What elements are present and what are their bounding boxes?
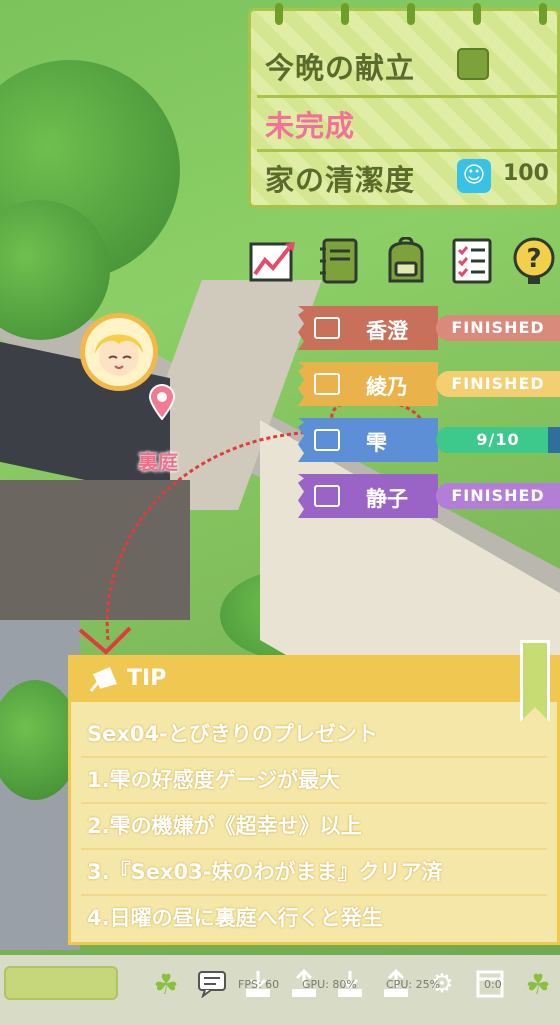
tip-line: 3.『Sex03-妹のわがまま』クリア済 [87,860,443,884]
cleanliness-label: 家の清潔度 [265,163,416,197]
divider [81,894,547,896]
character-row[interactable]: 香澄 FINISHED [298,306,560,350]
film-icon [314,485,340,507]
binder-ring [473,3,481,25]
location-label[interactable]: 裏庭 [138,446,178,475]
divider [257,149,557,152]
character-name: 雫 [366,431,387,455]
character-status: 9/10 [476,430,520,449]
clover-icon: ☘ [525,967,551,1001]
film-icon [314,429,340,451]
cleanliness-value: 100 [503,161,549,186]
pin-icon [87,667,118,697]
extra-readout: 0:0 [484,978,502,991]
backpack-icon[interactable] [380,235,432,287]
divider [257,95,557,98]
cpu-readout: CPU: 25% [386,978,441,991]
clover-icon: ☘ [153,967,179,1001]
menu-checkbox[interactable] [457,48,489,80]
tip-panel: TIP Sex04-とびきりのプレゼント 1.雫の好感度ゲージが最大 2.雫の機… [68,655,560,945]
location-pin-icon[interactable] [148,384,176,421]
question-icon[interactable]: ? [508,235,560,287]
svg-text:?: ? [526,244,541,274]
log-icon[interactable] [194,966,230,1002]
dialog-input-field[interactable] [4,966,118,1000]
binder-ring [275,3,283,25]
divider [81,848,547,850]
character-row[interactable]: 綾乃 FINISHED [298,362,560,406]
character-row[interactable]: 雫 9/10 [298,418,560,462]
chart-icon[interactable] [248,235,300,287]
film-icon [314,373,340,395]
fps-readout: FPS: 60 [238,978,280,991]
divider [81,756,547,758]
tip-line: 2.雫の機嫌が《超幸せ》以上 [87,814,362,838]
tip-line: Sex04-とびきりのプレゼント [87,722,378,746]
binder-ring [539,3,547,25]
character-avatar[interactable] [80,313,158,391]
binder-ring [407,3,415,25]
affection-gauge: 9/10 [436,427,560,453]
menu-status: 未完成 [265,109,356,143]
status-notepad: 今晩の献立 未完成 家の清潔度 ☺ 100 [248,3,560,208]
film-icon [314,317,340,339]
character-name: 綾乃 [366,375,408,399]
checklist-icon[interactable] [446,235,498,287]
character-name: 香澄 [366,319,408,343]
tip-line: 4.日曜の昼に裏庭へ行くと発生 [87,906,383,930]
divider [81,802,547,804]
smile-face-icon: ☺ [457,159,491,193]
character-name: 静子 [366,487,408,511]
character-status: FINISHED [436,315,560,341]
gpu-readout: GPU: 80% [302,978,357,991]
character-row[interactable]: 静子 FINISHED [298,474,560,518]
tip-title: TIP [127,666,167,691]
binder-ring [341,3,349,25]
character-status: FINISHED [436,483,560,509]
character-status: FINISHED [436,371,560,397]
notebook-icon[interactable] [314,235,366,287]
tip-header: TIP [71,658,557,702]
tonight-menu-label: 今晩の献立 [265,51,416,85]
tip-line: 1.雫の好感度ゲージが最大 [87,768,341,792]
